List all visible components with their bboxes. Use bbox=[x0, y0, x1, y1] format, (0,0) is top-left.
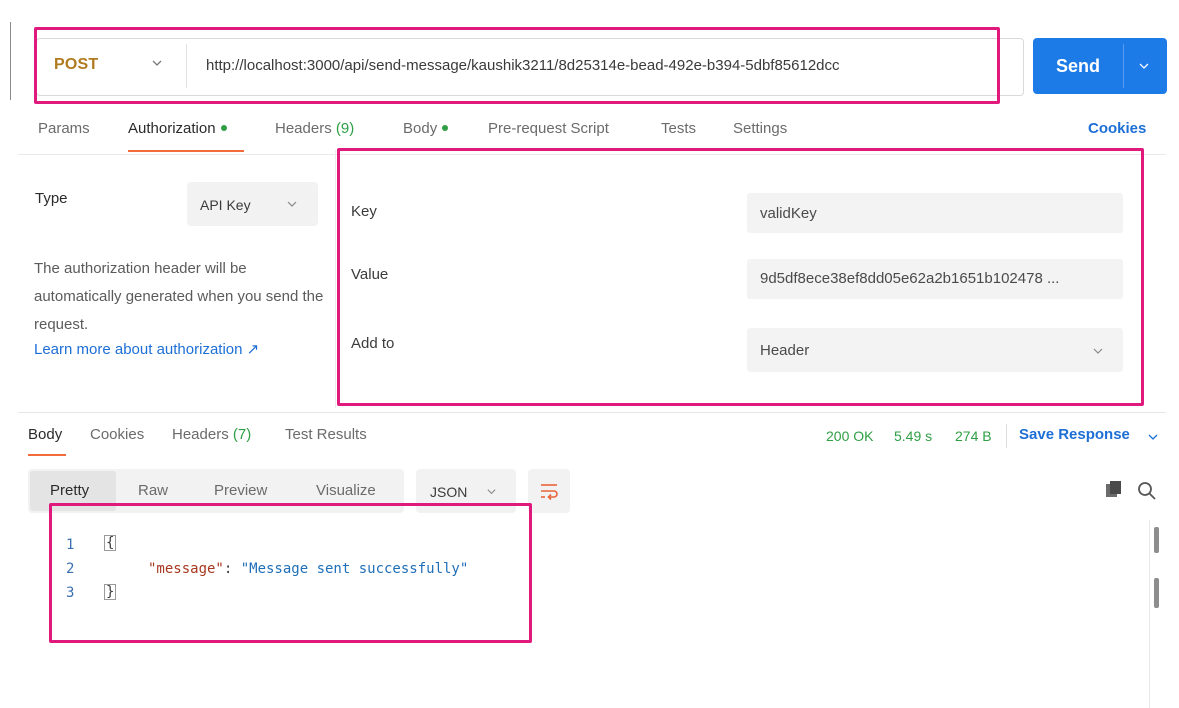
highlight-box-request bbox=[34, 27, 1000, 104]
tab-label: Headers bbox=[275, 120, 332, 137]
tab-label: Settings bbox=[733, 120, 788, 137]
send-button-label[interactable]: Send bbox=[1056, 56, 1100, 77]
status-dot bbox=[220, 125, 227, 132]
tab-label: Authorization bbox=[128, 120, 216, 137]
copy-icon[interactable] bbox=[1104, 480, 1124, 500]
tab-body[interactable]: Body bbox=[403, 120, 449, 137]
active-tab-indicator bbox=[128, 150, 244, 152]
tab-headers[interactable]: Headers (9) bbox=[275, 120, 354, 137]
view-raw[interactable]: Raw bbox=[138, 482, 168, 499]
tab-label: Params bbox=[38, 120, 90, 137]
response-tab-headers[interactable]: Headers (7) bbox=[172, 426, 251, 443]
learn-more-link[interactable]: Learn more about authorization ↗ bbox=[34, 340, 259, 358]
response-tab-body[interactable]: Body bbox=[28, 426, 62, 443]
response-size[interactable]: 274 B bbox=[955, 428, 992, 444]
scrollbar-thumb[interactable] bbox=[1154, 578, 1159, 608]
tab-label: Pre-request Script bbox=[488, 120, 609, 137]
view-preview[interactable]: Preview bbox=[214, 482, 267, 499]
chevron-down-icon[interactable] bbox=[1147, 431, 1159, 443]
response-tab-cookies[interactable]: Cookies bbox=[90, 426, 144, 443]
format-value[interactable]: JSON bbox=[430, 484, 467, 500]
window-edge bbox=[10, 22, 11, 100]
status-code[interactable]: 200 OK bbox=[826, 428, 873, 444]
response-tab-test-results[interactable]: Test Results bbox=[285, 426, 367, 443]
tab-tests[interactable]: Tests bbox=[661, 120, 696, 137]
search-icon[interactable] bbox=[1136, 480, 1158, 502]
tab-params[interactable]: Params bbox=[38, 120, 90, 137]
response-time[interactable]: 5.49 s bbox=[894, 428, 932, 444]
highlight-box-response bbox=[49, 503, 532, 643]
status-dot bbox=[442, 125, 449, 132]
view-visualize[interactable]: Visualize bbox=[316, 482, 376, 499]
auth-type-value[interactable]: API Key bbox=[200, 197, 251, 213]
chevron-down-icon[interactable] bbox=[286, 198, 298, 210]
panel-divider bbox=[335, 150, 336, 408]
chevron-down-icon[interactable] bbox=[486, 486, 497, 497]
auth-description: The authorization header will be automat… bbox=[34, 260, 324, 333]
tab-count: (7) bbox=[232, 426, 252, 443]
view-pretty[interactable]: Pretty bbox=[50, 482, 89, 499]
active-tab-indicator bbox=[28, 454, 66, 456]
highlight-box-auth bbox=[337, 148, 1144, 406]
cookies-link[interactable]: Cookies bbox=[1088, 120, 1146, 137]
tab-settings[interactable]: Settings bbox=[733, 120, 787, 137]
tab-label: Body bbox=[403, 120, 438, 137]
chevron-down-icon[interactable] bbox=[1138, 60, 1150, 72]
wrap-lines-icon[interactable] bbox=[538, 480, 560, 502]
save-response-button[interactable]: Save Response bbox=[1019, 426, 1130, 443]
tab-label: Tests bbox=[661, 120, 697, 137]
tab-label: Headers bbox=[172, 426, 229, 443]
auth-type-label: Type bbox=[35, 190, 68, 207]
scrollbar-thumb[interactable] bbox=[1154, 527, 1159, 553]
send-split-divider bbox=[1123, 44, 1124, 88]
scrollbar-track[interactable] bbox=[1149, 520, 1150, 708]
tab-count: (9) bbox=[335, 120, 355, 137]
divider bbox=[18, 412, 1166, 413]
tab-authorization[interactable]: Authorization bbox=[128, 120, 227, 137]
tab-pre-request-script[interactable]: Pre-request Script bbox=[488, 120, 609, 137]
divider bbox=[1006, 424, 1007, 448]
